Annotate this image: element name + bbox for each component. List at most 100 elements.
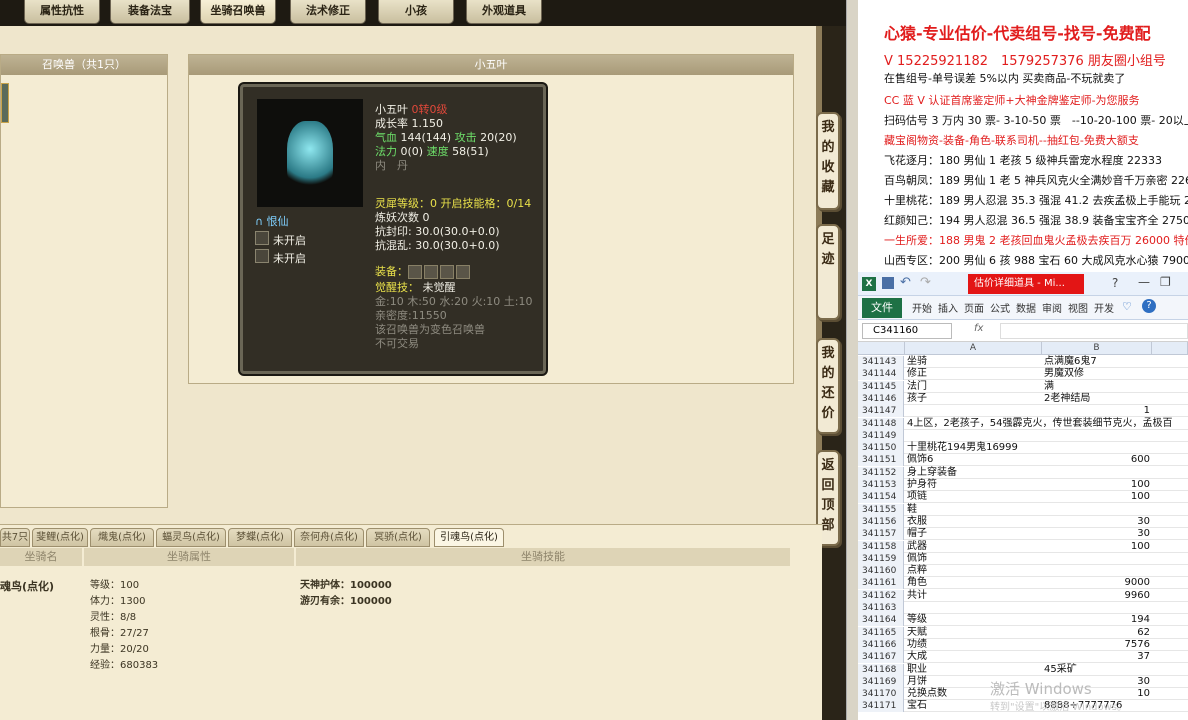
table-row[interactable]: 341153 护身符 100 [858,479,1188,491]
cell-a[interactable]: 点粹 [905,565,1041,577]
cell-b[interactable]: 45采矿 [1042,664,1152,676]
row-number[interactable]: 341165 [858,626,904,639]
cell-a[interactable]: 职业 [905,664,1041,676]
ribbon-review[interactable]: 审阅 [1042,300,1062,315]
equip-slot-icon[interactable] [440,265,454,279]
row-number[interactable]: 341143 [858,356,904,368]
table-row[interactable]: 341147 1 [858,405,1188,418]
row-number[interactable]: 341156 [858,515,904,528]
tab-child[interactable]: 小孩 [378,0,454,24]
table-row[interactable]: 341167 大成 37 [858,651,1188,664]
save-icon[interactable] [882,277,894,289]
cell-a[interactable]: 等级 [905,614,1041,626]
row-number[interactable]: 341153 [858,479,904,491]
pet-thumbnail[interactable] [1,83,9,123]
row-number[interactable]: 341158 [858,540,904,553]
table-row[interactable]: 341155 鞋 [858,503,1188,516]
row-number[interactable]: 341157 [858,528,904,541]
cell-a[interactable]: 角色 [905,577,1041,589]
cell-b[interactable]: 9000 [1042,577,1152,589]
table-row[interactable]: 341150 十里桃花194男鬼16999 [858,442,1188,455]
cell-b[interactable]: 30 [1042,528,1152,540]
cell-a[interactable]: 共计 [905,590,1041,602]
cell-b[interactable]: 7576 [1042,639,1152,651]
cell-a[interactable]: 法门 [905,381,1041,393]
name-box[interactable]: C341160 [862,323,952,339]
table-row[interactable]: 341145 法门满 [858,380,1188,393]
cell-a[interactable]: 功绩 [905,639,1041,651]
row-number[interactable]: 341148 [858,417,904,430]
row-number[interactable]: 341150 [858,442,904,455]
tab-equipment[interactable]: 装备法宝 [110,0,190,24]
row-number[interactable]: 341160 [858,565,904,578]
minimize-icon[interactable]: — [1138,275,1150,289]
table-row[interactable]: 341154 项链 100 [858,491,1188,504]
row-number[interactable]: 341169 [858,675,904,688]
cell-a[interactable]: 护身符 [905,479,1041,491]
cell-b[interactable]: 100 [1042,541,1152,553]
help-circle-icon[interactable]: ? [1142,299,1156,313]
help-icon[interactable]: ? [1112,276,1118,290]
table-row[interactable]: 341151 佩饰6 600 [858,454,1188,467]
heart-icon[interactable]: ♡ [1122,300,1132,313]
tab-mount-6[interactable]: 冥骄(点化) [366,528,430,547]
table-row[interactable]: 341156 衣服 30 [858,515,1188,528]
row-number[interactable]: 341144 [858,368,904,381]
corner-select-all[interactable] [858,342,905,355]
tab-mount-2[interactable]: 熾鬼(点化) [90,528,154,547]
my-counteroffer-button[interactable]: 我的还价 [816,338,840,434]
row-number[interactable]: 341164 [858,614,904,627]
cell-b[interactable]: 9960 [1042,590,1152,602]
cell-b[interactable]: 37 [1042,651,1152,663]
row-number[interactable]: 341155 [858,503,904,516]
table-row[interactable]: 341158 武器 100 [858,540,1188,553]
restore-icon[interactable]: ❐ [1160,275,1171,289]
cell-b[interactable]: 600 [1042,454,1152,466]
cell-a[interactable]: 坐骑 [905,356,1041,368]
cell-a[interactable]: 佩饰6 [905,454,1041,466]
table-row[interactable]: 341159 佩饰 [858,552,1188,565]
cell-a[interactable]: 孩子 [905,393,1041,405]
tab-mount-5[interactable]: 奈何舟(点化) [294,528,364,547]
redo-icon[interactable]: ↷ [920,275,931,290]
table-row[interactable]: 341163 [858,602,1188,614]
cell-a[interactable]: 武器 [905,541,1041,553]
row-number[interactable]: 341168 [858,663,904,676]
row-number[interactable]: 341159 [858,552,904,565]
table-row[interactable]: 341161 角色 9000 [858,577,1188,590]
equip-slot-icon[interactable] [456,265,470,279]
table-row[interactable]: 341143 坐骑 点满魔6鬼7 [858,356,1188,368]
row-number[interactable]: 341145 [858,380,904,393]
equip-slot-icon[interactable] [408,265,422,279]
row-number[interactable]: 341162 [858,589,904,602]
table-row[interactable]: 341152 身上穿装备 [858,466,1188,479]
cell-b[interactable]: 100 [1042,491,1152,503]
ribbon-page[interactable]: 页面 [964,300,984,315]
table-row[interactable]: 341148 4上区，2老孩子，54强霹克火，传世套装细节克火，孟极百 [858,417,1188,430]
window-scrollbar[interactable] [846,0,858,720]
equip-slot-icon[interactable] [424,265,438,279]
table-row[interactable]: 341146 孩子 2老神结局 [858,392,1188,405]
row-number[interactable]: 341163 [858,602,904,614]
cell-a[interactable]: 天赋 [905,627,1041,639]
ribbon-data[interactable]: 数据 [1016,300,1036,315]
table-row[interactable]: 341144 修正 男魔双修 [858,368,1188,381]
cell-b[interactable]: 满 [1042,381,1152,393]
row-number[interactable]: 341149 [858,429,904,442]
column-header-c[interactable] [1152,342,1188,355]
row-number[interactable]: 341170 [858,688,904,701]
cell-a[interactable]: 衣服 [905,516,1041,528]
table-row[interactable]: 341168 职业 45采矿 [858,663,1188,676]
row-number[interactable]: 341146 [858,392,904,405]
ribbon-file[interactable]: 文件 [862,298,902,318]
cell-b[interactable]: 2老神结局 [1042,393,1152,405]
cell-b[interactable]: 男魔双修 [1042,368,1152,380]
row-number[interactable]: 341147 [858,405,904,418]
column-header-a[interactable]: A [905,342,1042,355]
cell-a[interactable]: 鞋 [905,504,1041,516]
cell-b[interactable]: 100 [1042,479,1152,491]
tab-mounts-summons[interactable]: 坐骑召唤兽 [200,0,276,24]
footprint-button[interactable]: 足迹 [816,224,840,320]
table-row[interactable]: 341162 共计 9960 [858,589,1188,602]
ribbon-insert[interactable]: 插入 [938,300,958,315]
